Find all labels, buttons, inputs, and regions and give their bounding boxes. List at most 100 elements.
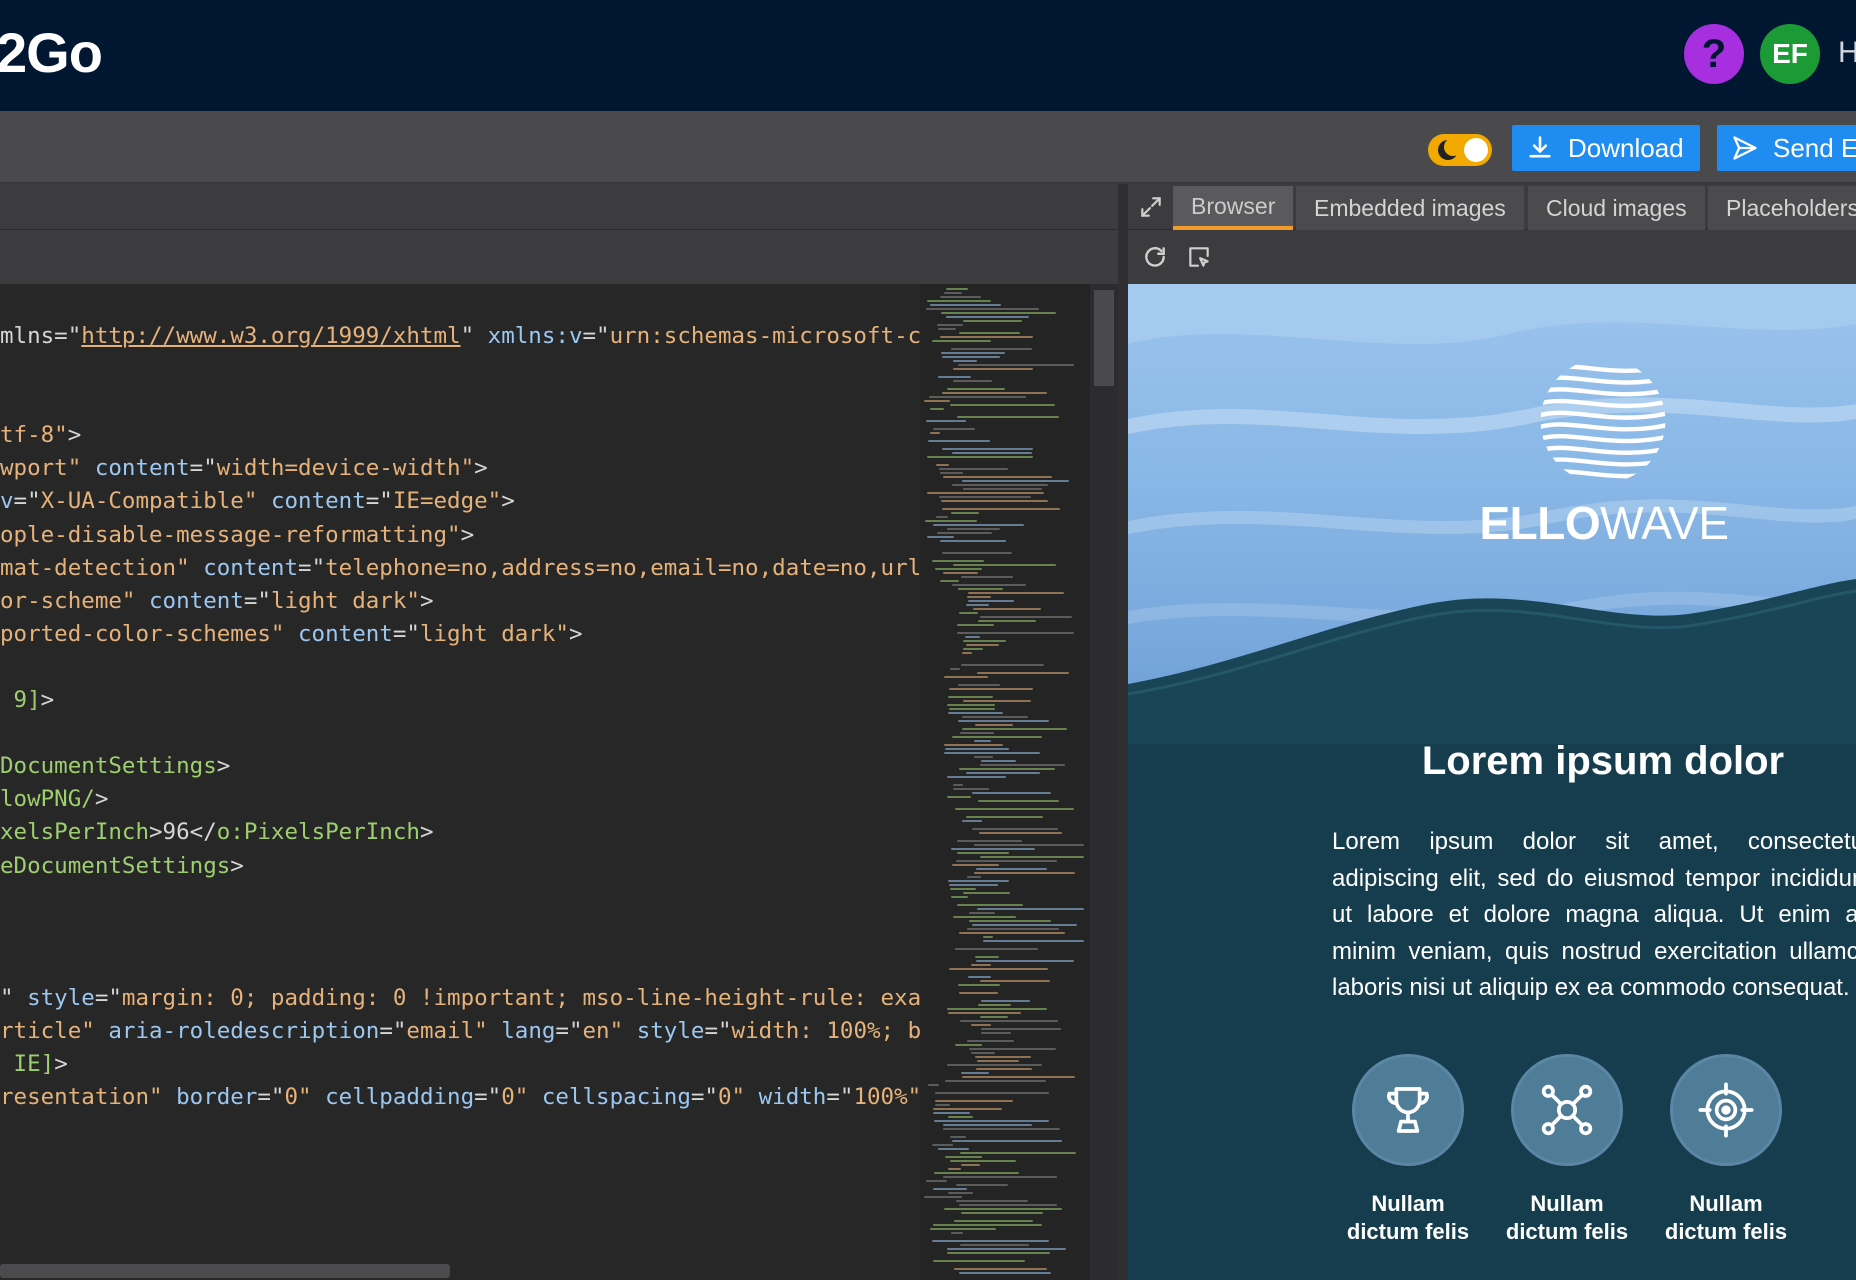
tab-cloud-images[interactable]: Cloud images xyxy=(1528,186,1705,230)
minimap-line xyxy=(975,956,999,958)
minimap-line xyxy=(935,1092,1049,1094)
brand-name-rest: WAVE xyxy=(1600,497,1729,549)
minimap-line xyxy=(974,740,991,742)
minimap-line xyxy=(966,772,1040,774)
editor-vertical-scrollbar-track[interactable] xyxy=(1090,284,1118,1280)
minimap-line xyxy=(951,896,968,898)
code-token: xmlns:v xyxy=(487,323,583,349)
minimap-line xyxy=(935,568,982,570)
app-logo[interactable]: 2Go xyxy=(0,20,103,85)
minimap-line xyxy=(957,904,1023,906)
code-token: content xyxy=(203,554,299,581)
minimap-line xyxy=(965,636,980,638)
user-name-truncated[interactable]: H xyxy=(1838,36,1856,70)
minimap-line xyxy=(973,608,1041,610)
minimap-line xyxy=(963,640,1006,642)
tab-browser[interactable]: Browser xyxy=(1173,186,1294,230)
minimap-line xyxy=(938,328,956,330)
minimap-line xyxy=(980,1016,1008,1018)
minimap-line xyxy=(961,1212,1043,1214)
minimap-line xyxy=(952,584,1026,586)
code-token: =" xyxy=(474,1084,502,1111)
minimap-line xyxy=(956,860,1057,862)
tab-embedded-images[interactable]: Embedded images xyxy=(1296,186,1524,230)
code-token: DocumentSettings xyxy=(0,753,217,780)
pane-resize-divider[interactable] xyxy=(1118,184,1128,1280)
user-avatar[interactable]: EF xyxy=(1760,24,1820,84)
minimap-line xyxy=(958,684,1000,686)
minimap-line xyxy=(950,668,960,670)
minimap-line xyxy=(953,360,977,362)
feature-item-3: Nullam dictum felis xyxy=(1641,1054,1811,1246)
minimap-line xyxy=(958,984,1000,986)
minimap-line xyxy=(948,1012,1021,1014)
code-editor[interactable]: mlns="http://www.w3.org/1999/xhtml" xmln… xyxy=(0,284,920,1280)
minimap-line xyxy=(952,736,1042,738)
code-token[interactable]: http://www.w3.org/1999/xhtml xyxy=(81,323,460,349)
code-token: > xyxy=(230,852,244,879)
minimap-line xyxy=(981,1032,1011,1034)
feature-icon-circle xyxy=(1511,1054,1623,1166)
download-button[interactable]: Download xyxy=(1512,125,1700,171)
code-token: en" xyxy=(582,1017,637,1044)
minimap-line xyxy=(959,1204,1057,1206)
editor-horizontal-scrollbar[interactable] xyxy=(0,1264,450,1278)
feature-icon-circle xyxy=(1352,1054,1464,1166)
help-button[interactable]: ? xyxy=(1684,24,1744,84)
minimap-line xyxy=(940,472,963,474)
code-token: mlns=" xyxy=(0,323,82,349)
refresh-icon[interactable] xyxy=(1142,244,1168,270)
minimap-line xyxy=(969,912,995,914)
minimap-line xyxy=(981,760,1016,762)
code-token: 0" xyxy=(284,1084,326,1111)
minimap-line xyxy=(967,876,981,878)
code-token: light dark" xyxy=(419,620,569,647)
dark-mode-toggle[interactable] xyxy=(1428,134,1492,166)
minimap-line xyxy=(933,1112,970,1114)
minimap-line xyxy=(960,732,994,734)
minimap-line xyxy=(967,928,1059,930)
minimap-line xyxy=(962,652,972,654)
minimap-line xyxy=(976,1068,1032,1070)
code-line: " style="margin: 0; padding: 0 !importan… xyxy=(0,982,920,1015)
minimap-line xyxy=(940,580,959,582)
minimap-line xyxy=(957,852,1009,854)
minimap-line xyxy=(945,1080,1046,1082)
inspect-element-icon[interactable] xyxy=(1186,244,1212,270)
minimap-line xyxy=(962,1076,1075,1078)
minimap-line xyxy=(943,1128,1060,1130)
minimap-line xyxy=(963,648,983,650)
minimap-line xyxy=(978,620,1036,622)
minimap-line xyxy=(937,532,992,534)
minimap-line xyxy=(943,1124,1032,1126)
editor-toolbar: Download Send E xyxy=(0,111,1856,184)
minimap-line xyxy=(951,348,1032,350)
tab-placeholders[interactable]: Placeholders xyxy=(1708,186,1856,230)
code-token: >96</ xyxy=(149,819,217,846)
editor-vertical-scrollbar-thumb[interactable] xyxy=(1094,290,1114,386)
minimap-line xyxy=(974,756,993,758)
minimap-line xyxy=(928,1084,939,1086)
minimap-line xyxy=(951,512,979,514)
minimap-line xyxy=(952,484,1048,486)
minimap-line xyxy=(961,576,1013,578)
preview-tools-bar xyxy=(1128,230,1856,284)
code-lines: mlns="http://www.w3.org/1999/xhtml" xmln… xyxy=(0,320,920,1114)
minimap-line xyxy=(957,416,1059,418)
minimap-line xyxy=(948,1168,961,1170)
code-minimap[interactable] xyxy=(920,284,1090,1280)
minimap-line xyxy=(956,1200,1028,1202)
expand-icon[interactable] xyxy=(1138,194,1164,220)
code-line: resentation" border="0" cellpadding="0" … xyxy=(0,1081,920,1114)
minimap-line xyxy=(961,664,1044,666)
code-token: light dark" xyxy=(270,587,420,614)
minimap-line xyxy=(943,572,978,574)
minimap-line xyxy=(952,864,999,866)
code-token: content xyxy=(270,488,366,515)
send-email-button[interactable]: Send E xyxy=(1717,125,1856,171)
code-line: ported-color-schemes" content="light dar… xyxy=(0,618,920,651)
code-line: mat-detection" content="telephone=no,add… xyxy=(0,552,920,585)
minimap-line xyxy=(983,940,1084,942)
minimap-line xyxy=(941,312,1056,314)
